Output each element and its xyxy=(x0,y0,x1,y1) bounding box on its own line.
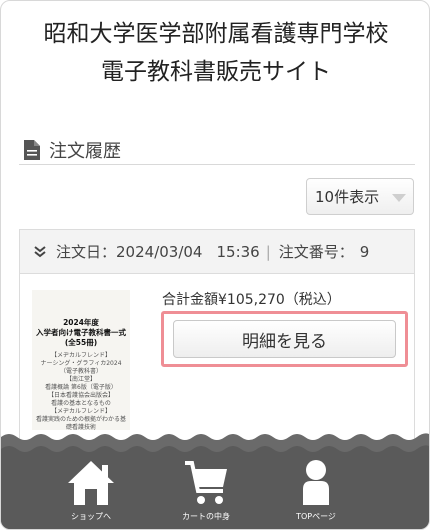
nav-cart[interactable]: カートの中身 xyxy=(161,459,251,523)
site-title-line1: 昭和大学医学部附属看護専門学校 xyxy=(43,21,389,47)
page-frame: 昭和大学医学部附属看護専門学校 電子教科書販売サイト 注文履歴 10件表示 注文… xyxy=(0,0,430,530)
home-icon xyxy=(68,461,114,505)
product-thumbnail[interactable]: 2024年度 入学者向け電子教科書一式 (全55冊) 【メヂカルフレンド】 ナー… xyxy=(32,290,130,432)
nav-shop[interactable]: ショップへ xyxy=(46,459,136,523)
nav-top-label: TOPページ xyxy=(296,512,336,521)
cover-title2: 入学者向け電子教科書一式 xyxy=(36,328,126,337)
cover-subtext: 【メヂカルフレンド】 ナーシング・グラフィカ2024（電子教科書） 【南江堂】 … xyxy=(32,352,130,432)
section-heading: 注文履歴 xyxy=(19,135,415,165)
bottom-nav: ショップへ カートの中身 TOPページ xyxy=(1,431,429,529)
order-header[interactable]: 注文日： 2024/03/04 15:36 | 注文番号： 9 xyxy=(20,230,414,274)
order-date: 2024/03/04 xyxy=(116,242,203,261)
cart-icon xyxy=(185,461,227,504)
site-title: 昭和大学医学部附属看護専門学校 電子教科書販売サイト xyxy=(1,15,429,91)
cover-sub6: 看護の基本となるもの xyxy=(51,400,111,407)
cover-sub2: ナーシング・グラフィカ2024（電子教科書） xyxy=(40,360,122,375)
per-page-value: 10件表示 xyxy=(315,188,380,206)
order-number-label: 注文番号： xyxy=(278,243,354,261)
order-date-label: 注文日： xyxy=(56,243,117,261)
cover-sub8: 看護実践のための根拠がわかる基礎看護技術 xyxy=(36,416,127,431)
cover-sub3: 【南江堂】 xyxy=(65,376,96,383)
cover-sub1: 【メヂカルフレンド】 xyxy=(50,352,111,359)
order-separator: | xyxy=(265,242,271,261)
cover-title1: 2024年度 xyxy=(63,318,99,327)
order-number: 9 xyxy=(359,242,370,261)
site-title-line2: 電子教科書販売サイト xyxy=(101,59,331,85)
nav-cart-label: カートの中身 xyxy=(182,512,230,521)
detail-button-highlight: 明細を見る xyxy=(161,311,408,367)
order-total: 合計金額¥105,270（税込） xyxy=(162,292,341,308)
nav-top[interactable]: TOPページ xyxy=(271,459,361,523)
view-details-button[interactable]: 明細を見る xyxy=(173,320,396,358)
document-icon xyxy=(24,139,40,160)
cover-title3: (全55冊) xyxy=(64,338,98,347)
order-time: 15:36 xyxy=(216,242,260,261)
cover-sub7: 【メヂカルフレンド】 xyxy=(50,408,111,415)
nav-shop-label: ショップへ xyxy=(71,512,111,521)
cover-sub4: 看護概論 第6版（電子版） xyxy=(45,384,117,391)
double-chevron-down-icon xyxy=(34,245,46,257)
person-icon xyxy=(303,460,329,505)
per-page-select[interactable]: 10件表示 xyxy=(306,178,414,215)
section-title: 注文履歴 xyxy=(49,140,121,162)
chevron-down-icon xyxy=(392,194,406,202)
cover-sub5: 【日本看護協会出版会】 xyxy=(47,392,114,399)
